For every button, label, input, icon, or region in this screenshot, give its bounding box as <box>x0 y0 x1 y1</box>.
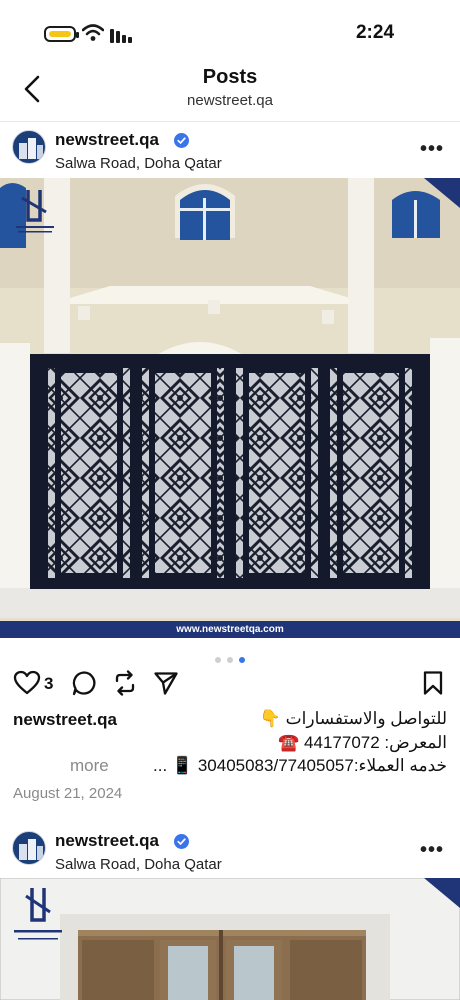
wifi-icon <box>82 24 104 41</box>
carousel-dot <box>214 657 221 663</box>
top-nav: Posts newstreet.qa <box>0 62 460 122</box>
share-icon[interactable] <box>153 670 179 696</box>
caption-line: للتواصل والاستفسارات 👇 <box>259 709 447 728</box>
brand-corner-mark <box>424 878 460 908</box>
carousel-dot-active <box>239 657 246 663</box>
post-location[interactable]: Salwa Road, Doha Qatar <box>55 856 222 873</box>
gate-photo <box>0 178 460 638</box>
carousel-dot <box>227 657 233 663</box>
battery-icon <box>44 26 79 42</box>
status-bar: 2:24 <box>0 0 460 62</box>
more-options-icon[interactable]: ••• <box>420 839 444 862</box>
post-image[interactable] <box>0 878 460 1000</box>
page-title: Posts <box>202 66 258 88</box>
post-header: newstreet.qa Salwa Road, Doha Qatar ••• <box>0 124 460 180</box>
heart-icon[interactable] <box>13 670 41 696</box>
image-watermark: www.newstreetqa.com <box>0 621 460 638</box>
caption-line: المعرض: 44177072 ☎️ <box>278 733 447 752</box>
door-photo <box>0 878 460 1000</box>
like-count[interactable]: 3 <box>44 674 53 694</box>
verified-badge-icon <box>174 834 189 849</box>
more-options-icon[interactable]: ••• <box>420 138 444 161</box>
brand-logo <box>14 888 62 940</box>
caption-more-link[interactable]: more <box>70 756 109 776</box>
brand-logo <box>16 190 54 233</box>
avatar[interactable] <box>12 130 46 164</box>
post-image[interactable]: www.newstreetqa.com <box>0 178 460 638</box>
brand-corner-mark <box>424 178 460 208</box>
carousel-indicator <box>0 650 460 668</box>
caption-line: خدمه العملاء:30405083/77405057 📱 ... <box>153 756 447 775</box>
caption-account-name[interactable]: newstreet.qa <box>13 710 117 730</box>
post-date: August 21, 2024 <box>13 785 123 802</box>
avatar[interactable] <box>12 831 46 865</box>
cellular-signal-icon <box>110 29 132 43</box>
account-name[interactable]: newstreet.qa <box>55 831 159 851</box>
repost-icon[interactable] <box>112 670 138 696</box>
status-time: 2:24 <box>355 22 395 43</box>
bookmark-icon[interactable] <box>422 670 444 696</box>
post-header: newstreet.qa Salwa Road, Doha Qatar ••• <box>0 825 460 881</box>
post-actions: 3 <box>0 668 460 700</box>
account-name[interactable]: newstreet.qa <box>55 130 159 150</box>
page-subtitle: newstreet.qa <box>187 92 273 109</box>
comment-icon[interactable] <box>71 670 97 696</box>
verified-badge-icon <box>174 133 189 148</box>
post-location[interactable]: Salwa Road, Doha Qatar <box>55 155 222 172</box>
